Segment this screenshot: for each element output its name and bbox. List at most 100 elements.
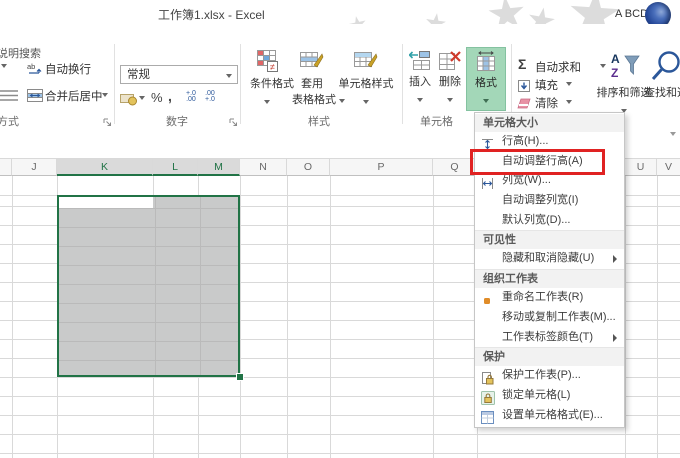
menu-item-label: 行高(H)... [502,135,548,147]
alignment-group-label: 对齐方式 [0,113,19,129]
menu-item-自动调整列宽I[interactable]: 自动调整列宽(I) [475,191,624,211]
formula-bar-expand-icon[interactable] [670,132,676,136]
chevron-down-icon[interactable] [566,100,572,104]
conditional-formatting-button[interactable]: ≠ 条件格式 [250,48,284,110]
menu-item-label: 移动或复制工作表(M)... [502,311,616,323]
column-header-partial[interactable] [0,158,12,176]
menu-item-label: 默认列宽(D)... [502,214,570,226]
group-separator [240,44,241,124]
group-separator [114,44,115,124]
chevron-down-icon [363,100,369,104]
cell-styles-icon [336,50,396,73]
column-header-J[interactable]: J [12,158,57,176]
column-header-M[interactable]: M [198,158,240,176]
increase-decimal-button[interactable]: +.0.00 [186,91,196,103]
wrap-text-button[interactable]: 自动换行 [45,61,91,77]
menu-item-label: 重命名工作表(R) [502,291,583,303]
tell-me-search[interactable]: 说明搜索 [0,45,41,61]
menu-item-rename-sheet[interactable]: 重命名工作表(R) [475,288,624,308]
menu-item-label: 锁定单元格(L) [502,389,570,401]
svg-text:Z: Z [611,66,618,80]
menu-item-label: 隐藏和取消隐藏(U) [502,252,594,264]
format-icon [467,51,505,72]
column-header-O[interactable]: O [287,158,330,176]
menu-item-默认列宽D[interactable]: 默认列宽(D)... [475,211,624,231]
column-header-U[interactable]: U [625,158,657,176]
number-group-label: 数字 [166,113,188,129]
chevron-down-icon[interactable] [1,64,7,68]
merge-center-icon [27,87,43,105]
number-format-select[interactable]: 常规 [120,65,238,84]
cell-styles-label: 单元格样式 [336,75,396,91]
chevron-down-icon[interactable] [139,96,145,100]
comma-style-button[interactable]: , [168,88,172,104]
conditional-formatting-icon: ≠ [250,50,284,73]
percent-style-button[interactable]: % [151,90,163,105]
menu-item-工作表标签颜色T[interactable]: 工作表标签颜色(T) [475,328,624,348]
column-header-P[interactable]: P [330,158,433,176]
format-label: 格式 [467,74,505,90]
svg-text:≠: ≠ [270,62,275,72]
chevron-down-icon [226,74,232,78]
insert-cells-button[interactable]: 插入 [406,48,434,110]
decrease-decimal-sub: +.0 [205,96,215,103]
fill-button[interactable]: 填充 [535,77,558,93]
fill-handle[interactable] [236,373,244,381]
menu-section-header: 单元格大小 [475,114,624,132]
menu-section-header: 可见性 [475,230,624,249]
insert-label: 插入 [406,73,434,89]
submenu-arrow-icon [613,334,617,342]
increase-decimal-sub: .00 [186,96,196,103]
menu-section-header: 组织工作表 [475,269,624,288]
column-header-V[interactable]: V [657,158,680,176]
menu-section-header: 保护 [475,347,624,366]
chevron-down-icon [483,99,489,103]
active-cell[interactable] [59,197,153,208]
chevron-down-icon[interactable] [566,82,572,86]
menu-item-label: 列宽(W)... [502,174,551,186]
menu-item-label: 工作表标签颜色(T) [502,331,593,343]
format-as-table-button[interactable]: 套用 表格格式 [292,48,332,110]
menu-item-format-cells[interactable]: 设置单元格格式(E)... [475,406,624,426]
format-button[interactable]: 格式 [466,47,506,111]
clear-icon [517,95,531,113]
delete-cells-button[interactable]: 删除 [436,48,464,110]
menu-item-label: 保护工作表(P)... [502,369,581,381]
highlight-box [470,149,605,175]
menu-item-protect-sheet[interactable]: 保护工作表(P)... [475,366,624,386]
find-select-icon [648,50,680,82]
column-header-L[interactable]: L [153,158,198,176]
menu-item-隐藏和取消隐藏U[interactable]: 隐藏和取消隐藏(U) [475,249,624,269]
number-format-value: 常规 [127,69,150,81]
autosum-button[interactable]: 自动求和 [535,59,581,75]
accounting-format-icon[interactable] [120,90,138,108]
format-as-table-icon [292,50,332,73]
window-title: 工作簿1.xlsx - Excel [158,6,265,23]
column-header-N[interactable]: N [240,158,287,176]
clear-button[interactable]: 清除 [535,95,558,111]
column-header-K[interactable]: K [57,158,153,176]
conditional-formatting-label: 条件格式 [250,75,284,91]
merge-center-button[interactable]: 合并后居中 [45,88,103,104]
chevron-down-icon [264,100,270,104]
format-as-table-label2: 表格格式 [292,91,332,107]
menu-item-移动或复制工作表M[interactable]: 移动或复制工作表(M)... [475,308,624,328]
svg-text:ab: ab [27,62,35,71]
excel-window: ★★★★★★ 工作簿1.xlsx - Excel A BCD 说明搜索 ab 自… [0,0,680,458]
find-select-button[interactable]: 查找和选择 [644,48,680,110]
indent-icon[interactable] [0,87,20,105]
format-as-table-label1: 套用 [292,75,332,91]
account-name[interactable]: A BCD [615,8,648,20]
autosum-icon[interactable]: Σ [518,56,526,72]
chevron-down-icon [417,98,423,102]
chevron-down-icon[interactable] [102,93,108,97]
fill-icon [518,77,530,95]
menu-item-lock-cell[interactable]: 锁定单元格(L) [475,386,624,406]
chevron-down-icon [447,98,453,102]
cells-group-label: 单元格 [420,113,453,129]
submenu-arrow-icon [613,255,617,263]
decrease-decimal-button[interactable]: .00+.0 [205,91,215,103]
wrap-text-icon: ab [27,60,43,78]
selected-range[interactable] [57,195,240,377]
cell-styles-button[interactable]: 单元格样式 [336,48,396,110]
